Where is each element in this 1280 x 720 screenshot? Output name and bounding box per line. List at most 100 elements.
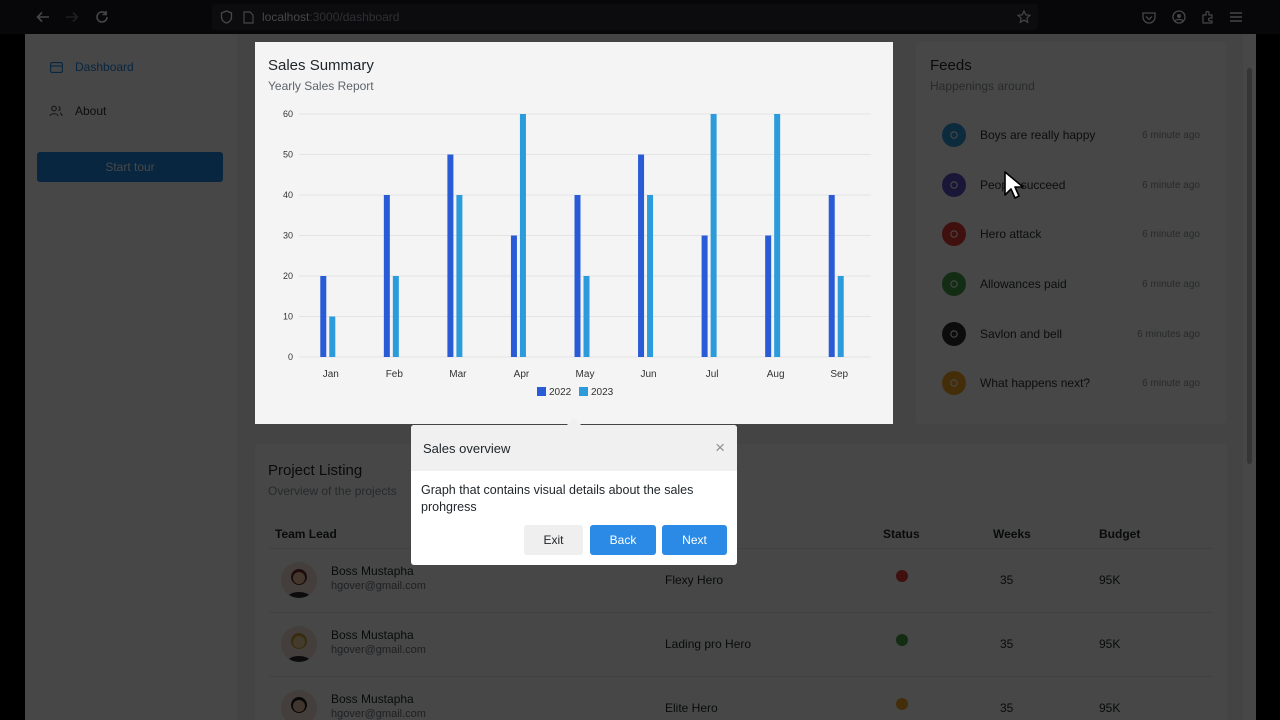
bar-2023-jun bbox=[647, 195, 654, 357]
feed-item: Hero attack 6 minute ago bbox=[942, 219, 1200, 249]
feed-item-time: 6 minute ago bbox=[1142, 129, 1200, 141]
account-icon[interactable] bbox=[1170, 8, 1188, 26]
next-button[interactable]: Next bbox=[662, 525, 727, 555]
mouse-cursor-icon bbox=[1004, 171, 1024, 201]
x-tick-label: Apr bbox=[514, 369, 530, 380]
feed-item: Savlon and bell 6 minutes ago bbox=[942, 319, 1200, 349]
shield-icon[interactable] bbox=[218, 9, 234, 25]
feed-item-text: Hero attack bbox=[980, 227, 1042, 241]
scrollbar-thumb[interactable] bbox=[1247, 68, 1252, 464]
bar-2022-aug bbox=[765, 235, 772, 357]
bar-2022-sep bbox=[828, 195, 835, 357]
y-tick-label: 0 bbox=[288, 352, 293, 362]
bar-2023-jan bbox=[329, 316, 336, 357]
feed-item-time: 6 minute ago bbox=[1142, 179, 1200, 191]
y-tick-label: 20 bbox=[283, 271, 293, 281]
feed-item-time: 6 minutes ago bbox=[1137, 328, 1200, 340]
avatar bbox=[281, 626, 317, 662]
legend-swatch bbox=[537, 387, 546, 396]
x-tick-label: Jan bbox=[323, 369, 339, 380]
bar-2022-jan bbox=[320, 276, 327, 357]
feed-item-time: 6 minute ago bbox=[1142, 377, 1200, 389]
table-row[interactable]: Boss Mustapha hgover@gmail.com Elite Hero 3… bbox=[255, 676, 1227, 720]
team-lead-name: Boss Mustapha bbox=[331, 628, 414, 642]
address-bar[interactable]: localhost:3000/dashboard bbox=[212, 4, 1038, 30]
sidebar-item-about[interactable]: About bbox=[49, 104, 106, 118]
column-header-weeks: Weeks bbox=[993, 527, 1031, 541]
bell-icon bbox=[942, 322, 966, 346]
sales-bar-chart: 0 10 20 30 40 50 60 Jan Feb Mar Apr May Jun Jul Aug Sep… bbox=[283, 109, 871, 398]
project-subtitle: Overview of the projects bbox=[268, 484, 397, 498]
forward-arrow-icon[interactable] bbox=[61, 6, 83, 28]
users-icon bbox=[49, 104, 63, 118]
bar-2023-mar bbox=[456, 195, 463, 357]
browser-toolbar: localhost:3000/dashboard bbox=[0, 0, 1280, 34]
feeds-subtitle: Happenings around bbox=[930, 79, 1035, 93]
sales-summary-card: Sales Summary Yearly Sales Report 0 10 20 3… bbox=[255, 42, 893, 424]
legend-label: 2023 bbox=[591, 387, 614, 398]
reload-icon[interactable] bbox=[91, 6, 113, 28]
project-title: Project Listing bbox=[268, 462, 363, 479]
pocket-icon[interactable] bbox=[1140, 8, 1158, 26]
x-tick-label: Feb bbox=[386, 369, 404, 380]
bar-2023-may bbox=[583, 276, 590, 357]
tour-popover: Sales overview × Graph that contains vis… bbox=[411, 418, 737, 565]
bar-2022-jun bbox=[638, 154, 645, 357]
x-tick-label: Sep bbox=[830, 369, 848, 380]
table-row[interactable]: Boss Mustapha hgover@gmail.com Flexy Hero 3… bbox=[255, 548, 1227, 612]
back-arrow-icon[interactable] bbox=[32, 6, 54, 28]
weeks-value: 35 bbox=[1000, 637, 1014, 651]
page-icon bbox=[240, 9, 256, 25]
feed-item-text: Boys are really happy bbox=[980, 128, 1096, 142]
sidebar-item-label: About bbox=[75, 104, 107, 118]
team-lead-email: hgover@gmail.com bbox=[331, 580, 426, 592]
feed-item-text: Savlon and bell bbox=[980, 327, 1063, 341]
sidebar-item-label: Dashboard bbox=[75, 60, 134, 74]
table-row[interactable]: Boss Mustapha hgover@gmail.com Lading pro … bbox=[255, 612, 1227, 676]
feed-item-text: Allowances paid bbox=[980, 277, 1067, 291]
feed-item: People succeed 6 minute ago bbox=[942, 170, 1200, 200]
user-icon bbox=[942, 173, 966, 197]
feeds-card: Feeds Happenings around Boys are really … bbox=[916, 42, 1226, 424]
y-tick-label: 40 bbox=[283, 190, 293, 200]
page-scrollbar[interactable] bbox=[1243, 34, 1256, 720]
row-divider bbox=[269, 612, 1213, 613]
legend-swatch bbox=[579, 387, 588, 396]
avatar bbox=[281, 562, 317, 598]
bar-2023-aug bbox=[774, 114, 781, 357]
bar-2022-may bbox=[574, 195, 581, 357]
menu-icon[interactable] bbox=[1227, 8, 1245, 26]
bar-2022-feb bbox=[383, 195, 390, 357]
y-tick-label: 10 bbox=[283, 312, 293, 322]
sidebar-item-dashboard[interactable]: Dashboard bbox=[49, 60, 134, 74]
url-text[interactable]: localhost:3000/dashboard bbox=[262, 10, 399, 24]
feed-item: Allowances paid 6 minute ago bbox=[942, 269, 1200, 299]
calendar-icon bbox=[942, 272, 966, 296]
exit-button[interactable]: Exit bbox=[524, 525, 583, 555]
status-dot bbox=[896, 570, 908, 582]
bar-2022-jul bbox=[701, 235, 708, 357]
back-button[interactable]: Back bbox=[590, 525, 656, 555]
tray-icon bbox=[942, 371, 966, 395]
feeds-title: Feeds bbox=[930, 57, 972, 74]
column-header-status: Status bbox=[883, 527, 920, 541]
bar-2022-apr bbox=[510, 235, 517, 357]
bar-2022-mar bbox=[447, 154, 454, 357]
x-tick-label: Mar bbox=[449, 369, 467, 380]
project-name: Elite Hero bbox=[665, 701, 718, 715]
extensions-icon[interactable] bbox=[1199, 8, 1217, 26]
x-tick-label: May bbox=[576, 369, 595, 380]
close-icon[interactable]: × bbox=[715, 439, 725, 456]
status-dot bbox=[896, 634, 908, 646]
popover-title: Sales overview bbox=[423, 441, 511, 456]
legend-label: 2022 bbox=[549, 387, 572, 398]
start-tour-button[interactable]: Start tour bbox=[37, 152, 223, 182]
popover-header: Sales overview × bbox=[411, 425, 737, 471]
x-tick-label: Jul bbox=[706, 369, 719, 380]
y-tick-label: 60 bbox=[283, 109, 293, 119]
budget-value: 95K bbox=[1099, 701, 1121, 715]
y-tick-label: 50 bbox=[283, 150, 293, 160]
bar-2023-sep bbox=[837, 276, 844, 357]
feed-item: What happens next? 6 minute ago bbox=[942, 368, 1200, 398]
bookmark-star-icon[interactable] bbox=[1016, 9, 1032, 25]
